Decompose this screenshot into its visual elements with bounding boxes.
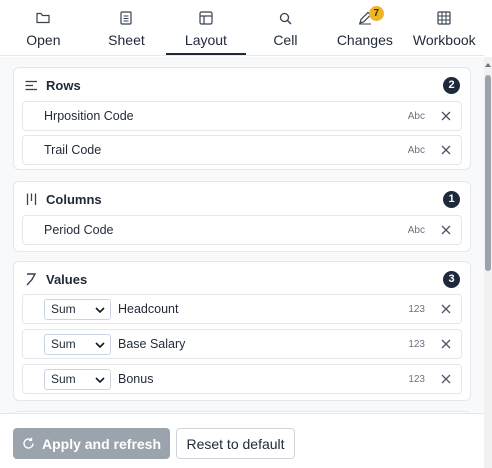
tab-label: Layout	[184, 32, 227, 48]
columns-icon	[24, 192, 38, 206]
tab-label: Cell	[273, 32, 298, 48]
reset-to-default-button[interactable]: Reset to default	[176, 428, 295, 459]
field-name: Bonus	[118, 372, 154, 386]
values-panel-header: Values 3	[14, 262, 470, 296]
apply-and-refresh-button[interactable]: Apply and refresh	[13, 428, 170, 459]
tab-cell[interactable]: Cell	[246, 0, 325, 55]
sigma-icon	[24, 272, 38, 286]
rows-count-badge: 2	[443, 76, 460, 94]
layout-panel-content: Rows 2 Hrposition Code Abc Trail Code Ab…	[0, 57, 484, 413]
rows-panel: Rows 2 Hrposition Code Abc Trail Code Ab…	[13, 67, 471, 170]
close-icon[interactable]	[439, 143, 453, 157]
tab-layout[interactable]: Layout	[166, 0, 246, 55]
type-tag: Abc	[407, 224, 425, 236]
chevron-down-icon	[95, 335, 105, 353]
type-tag: 123	[408, 338, 425, 350]
rows-field-item[interactable]: Hrposition Code Abc	[22, 101, 462, 131]
tab-label: Open	[26, 32, 61, 48]
columns-field-item[interactable]: Period Code Abc	[22, 215, 462, 245]
panel-title: Columns	[46, 191, 102, 207]
apply-label: Apply and refresh	[41, 435, 162, 452]
field-name: Headcount	[118, 302, 179, 316]
values-field-item[interactable]: Sum Base Salary 123	[22, 329, 462, 359]
scrollbar-thumb[interactable]	[485, 75, 491, 271]
folder-icon	[35, 10, 51, 26]
aggregation-value: Sum	[51, 302, 76, 316]
tab-changes[interactable]: 7 Changes	[325, 0, 404, 55]
field-name: Hrposition Code	[44, 109, 134, 123]
columns-count-badge: 1	[443, 190, 460, 208]
values-field-item[interactable]: Sum Bonus 123	[22, 364, 462, 394]
sheet-icon	[118, 10, 134, 26]
scroll-up-icon[interactable]	[484, 60, 492, 70]
type-tag: Abc	[407, 110, 425, 122]
tab-sheet[interactable]: Sheet	[87, 0, 166, 55]
chevron-down-icon	[95, 370, 105, 388]
reset-label: Reset to default	[186, 435, 285, 452]
panel-title: Values	[46, 271, 88, 287]
field-name: Trail Code	[44, 143, 102, 157]
layout-icon	[198, 10, 214, 26]
aggregation-select[interactable]: Sum	[44, 368, 111, 390]
close-icon[interactable]	[439, 302, 453, 316]
type-tag: 123	[408, 373, 425, 385]
columns-panel-header: Columns 1	[14, 182, 470, 216]
tab-label: Sheet	[108, 32, 145, 48]
rows-panel-header: Rows 2	[14, 68, 470, 102]
panel-title: Rows	[46, 77, 81, 93]
field-name: Base Salary	[118, 337, 186, 351]
values-panel: Values 3 Sum Headcount 123 Sum Base Sala…	[13, 261, 471, 401]
close-icon[interactable]	[439, 372, 453, 386]
values-count-badge: 3	[443, 270, 460, 288]
columns-panel: Columns 1 Period Code Abc	[13, 181, 471, 252]
close-icon[interactable]	[439, 337, 453, 351]
grid-icon	[436, 10, 452, 26]
search-icon	[277, 10, 293, 26]
tab-bar: Open Sheet Layout Cell 7 Changes Workboo…	[0, 0, 484, 56]
tab-workbook[interactable]: Workbook	[405, 0, 484, 55]
chevron-down-icon	[95, 300, 105, 318]
refresh-icon	[22, 437, 35, 450]
footer-actions: Apply and refresh Reset to default	[0, 413, 484, 468]
tab-label: Changes	[336, 32, 393, 48]
scrollbar[interactable]	[484, 57, 492, 468]
rows-field-item[interactable]: Trail Code Abc	[22, 135, 462, 165]
aggregation-select[interactable]: Sum	[44, 333, 111, 355]
field-name: Period Code	[44, 223, 114, 237]
tab-open[interactable]: Open	[0, 0, 87, 55]
changes-count-badge: 7	[368, 6, 384, 21]
type-tag: Abc	[407, 144, 425, 156]
aggregation-value: Sum	[51, 337, 76, 351]
aggregation-select[interactable]: Sum	[44, 298, 111, 320]
close-icon[interactable]	[439, 223, 453, 237]
values-field-item[interactable]: Sum Headcount 123	[22, 294, 462, 324]
close-icon[interactable]	[439, 109, 453, 123]
type-tag: 123	[408, 303, 425, 315]
tab-label: Workbook	[412, 32, 476, 48]
aggregation-value: Sum	[51, 372, 76, 386]
rows-icon	[24, 78, 38, 92]
